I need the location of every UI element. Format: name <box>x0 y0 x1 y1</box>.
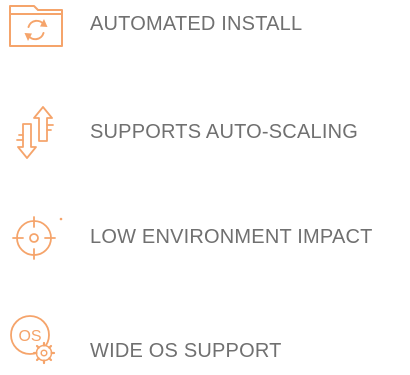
os-gear-icon: OS <box>0 305 70 365</box>
scaling-arrows-icon <box>0 105 70 165</box>
os-icon-text: OS <box>18 328 41 345</box>
feature-item-wide-os-support: OS WIDE OS SUPPORT <box>0 305 410 365</box>
feature-item-auto-scaling: SUPPORTS AUTO-SCALING <box>0 105 410 159</box>
folder-refresh-icon <box>0 0 70 60</box>
feature-label: AUTOMATED INSTALL <box>90 13 303 35</box>
target-crosshair-icon <box>0 208 70 268</box>
feature-label: WIDE OS SUPPORT <box>90 340 282 362</box>
feature-label: SUPPORTS AUTO-SCALING <box>90 121 358 143</box>
feature-item-automated-install: AUTOMATED INSTALL <box>0 0 410 50</box>
feature-item-low-environment-impact: LOW ENVIRONMENT IMPACT <box>0 208 410 260</box>
feature-list: AUTOMATED INSTALL SUPPORTS AUTO-SCALING <box>0 0 410 372</box>
feature-label: LOW ENVIRONMENT IMPACT <box>90 226 373 248</box>
